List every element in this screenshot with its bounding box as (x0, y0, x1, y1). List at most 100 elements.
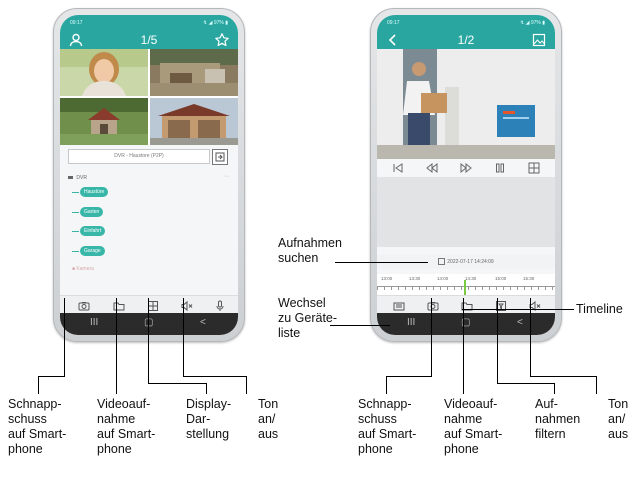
callout-timeline: Timeline (576, 302, 623, 316)
leader-line (206, 383, 207, 394)
image-icon[interactable] (531, 32, 547, 48)
leader-line (530, 376, 596, 377)
callout-wechsel: Wechsel zu Geräte- liste (278, 296, 338, 340)
leader-line (596, 376, 597, 394)
status-bar: 09:17 ↯ ◢ 97% ▮ (60, 15, 238, 31)
timeline-tick-label: 14:30 (465, 276, 477, 281)
right-phone-screen: 09:17 ↯ ◢ 97% ▮ 1/2 2022-07-17 14:24:09 … (377, 15, 555, 335)
page-counter: 1/5 (140, 33, 158, 47)
skip-to-start-icon[interactable] (391, 161, 405, 173)
bottom-toolbar (60, 295, 238, 314)
search-datetime: 2022-07-17 14:24:09 (447, 259, 494, 265)
timeline-tick-label: 15:00 (495, 276, 507, 281)
leader-line (183, 376, 247, 377)
star-icon[interactable] (214, 32, 230, 48)
dvr-icon (68, 176, 73, 179)
leader-line (335, 262, 428, 263)
leader-line (386, 376, 432, 377)
callout-ton: Ton an/ aus (258, 397, 279, 441)
leader-line (554, 383, 555, 394)
callout-videoaufnahme: Videoauf- nahme auf Smart- phone (97, 397, 156, 456)
leader-line (116, 298, 117, 394)
camera-icon[interactable] (78, 299, 90, 311)
leader-line (462, 309, 574, 310)
camera-tile-garden[interactable] (60, 98, 148, 145)
device-name-bar[interactable]: DVR - Haustore (P2P) (68, 149, 210, 164)
device-list-icon[interactable] (393, 299, 405, 311)
status-indicators: ↯ ◢ 97% ▮ (203, 20, 228, 26)
pause-icon[interactable] (493, 161, 507, 173)
video-playback[interactable] (377, 49, 555, 159)
status-time: 09:17 (387, 20, 400, 26)
leader-line (183, 298, 184, 376)
channel-faded-label: Kamera (76, 266, 94, 272)
status-bar: 09:17 ↯ ◢ 97% ▮ (377, 15, 555, 31)
title-bar: 1/5 (60, 31, 238, 49)
timeline-ticks (377, 286, 555, 290)
page-counter: 1/2 (457, 33, 475, 47)
left-phone-screen: 09:17 ↯ ◢ 97% ▮ 1/5 DVR - Haustore (P2P)… (60, 15, 238, 335)
callout-aufnahmen-suchen: Aufnahmen suchen (278, 236, 342, 265)
grid-icon[interactable] (527, 161, 541, 174)
android-nav-bar: III ▢ < (377, 313, 555, 335)
more-icon[interactable]: ··· (223, 173, 230, 180)
camera-tile-portrait[interactable] (60, 49, 148, 96)
callout-ton: Ton an/ aus (608, 397, 629, 441)
left-phone: 09:17 ↯ ◢ 97% ▮ 1/5 DVR - Haustore (P2P)… (53, 8, 245, 342)
recents-button[interactable]: III (407, 317, 415, 328)
back-button[interactable]: < (517, 317, 523, 328)
tree-connector (72, 251, 79, 252)
callout-display-darstellung: Display- Dar- stellung (186, 397, 232, 441)
leader-line (497, 298, 498, 383)
status-indicators: ↯ ◢ 97% ▮ (520, 20, 545, 26)
leader-line (148, 298, 149, 383)
channel-chip[interactable]: Garten (80, 207, 104, 217)
channel-chip[interactable]: Garage (80, 246, 105, 256)
fast-forward-icon[interactable] (459, 161, 473, 174)
callout-schnappschuss: Schnapp- schuss auf Smart- phone (8, 397, 67, 456)
camera-grid (60, 49, 238, 145)
right-phone: 09:17 ↯ ◢ 97% ▮ 1/2 2022-07-17 14:24:09 … (370, 8, 562, 342)
calendar-icon (438, 258, 446, 266)
tree-header-label: DVR (76, 175, 87, 181)
folder-icon[interactable] (113, 299, 125, 311)
leader-line (64, 298, 65, 376)
callout-schnappschuss: Schnapp- schuss auf Smart- phone (358, 397, 417, 456)
tree-connector (72, 212, 79, 213)
timeline-tick-label: 13:00 (381, 276, 393, 281)
tree-connector (72, 231, 79, 232)
title-bar: 1/2 (377, 31, 555, 49)
leader-line (246, 376, 247, 394)
device-list-button[interactable] (212, 149, 228, 165)
bottom-toolbar (377, 295, 555, 314)
leader-line (431, 298, 432, 376)
timeline-tick-label: 14:00 (437, 276, 449, 281)
status-time: 09:17 (70, 20, 83, 26)
back-button[interactable]: < (200, 317, 206, 328)
leader-line (530, 298, 531, 376)
android-nav-bar: III ▢ < (60, 313, 238, 335)
channel-chip[interactable]: Einfahrt (80, 226, 106, 236)
recents-button[interactable]: III (90, 317, 98, 328)
leader-line (38, 376, 65, 377)
playback-info-area (377, 177, 555, 247)
camera-icon[interactable] (427, 299, 439, 311)
tree-connector (72, 192, 79, 193)
channel-faded[interactable]: ■ Kamera (72, 266, 94, 272)
leader-line (386, 376, 387, 394)
callout-aufnahmen-filtern: Auf- nahmen filtern (535, 397, 581, 441)
leader-line (330, 325, 390, 326)
rewind-icon[interactable] (425, 161, 439, 174)
camera-tile-patio[interactable] (150, 49, 238, 96)
channel-chip[interactable]: Haustüre (80, 187, 109, 197)
camera-tile-garage[interactable] (150, 98, 238, 145)
microphone-icon[interactable] (214, 299, 226, 311)
leader-line (463, 298, 464, 394)
callout-videoaufnahme: Videoauf- nahme auf Smart- phone (444, 397, 503, 456)
timeline-tick-label: 13:30 (409, 276, 421, 281)
timeline-tick-label: 15:30 (523, 276, 535, 281)
tree-header[interactable]: DVR (68, 175, 87, 181)
leader-line (497, 383, 554, 384)
leader-line (38, 376, 39, 394)
leader-line (148, 383, 206, 384)
